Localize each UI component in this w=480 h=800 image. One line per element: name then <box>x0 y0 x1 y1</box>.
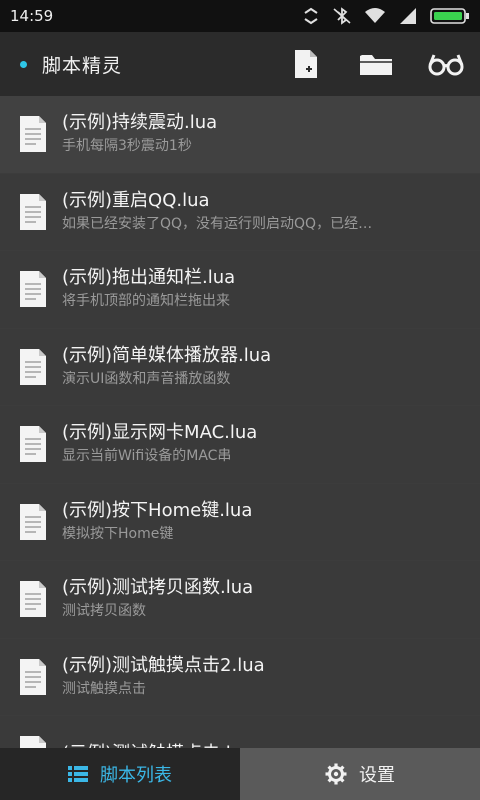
open-folder-button[interactable] <box>356 44 396 84</box>
view-button[interactable] <box>426 44 466 84</box>
battery-icon <box>430 8 469 24</box>
bottom-tab-bar: 脚本列表 设置 <box>0 748 480 800</box>
script-text: (示例)按下Home键.lua 模拟按下Home键 <box>62 499 252 545</box>
lua-file-icon <box>18 658 48 696</box>
list-icon <box>68 766 88 782</box>
bluetooth-muted-icon <box>333 7 351 25</box>
script-text: (示例)简单媒体播放器.lua 演示UI函数和声音播放函数 <box>62 344 271 390</box>
status-icons <box>302 7 470 25</box>
script-title: (示例)按下Home键.lua <box>62 499 253 521</box>
lua-file-icon <box>18 735 48 748</box>
signal-icon <box>400 8 416 24</box>
app-bar: 脚本精灵 <box>0 32 480 96</box>
appbar-actions <box>286 44 466 84</box>
script-list-item[interactable]: (示例)显示网卡MAC.lua 显示当前Wifi设备的MAC串 <box>0 406 480 484</box>
script-text: (示例)测试拷贝函数.lua 测试拷贝函数 <box>62 576 253 622</box>
lua-file-icon <box>18 115 48 153</box>
script-list-item[interactable]: (示例)测试触摸点击2.lua 测试触摸点击 <box>0 638 480 716</box>
script-list-item[interactable]: (示例)简单媒体播放器.lua 演示UI函数和声音播放函数 <box>0 328 480 406</box>
folder-icon <box>360 55 392 75</box>
script-list-item[interactable]: (示例)持续震动.lua 手机每隔3秒震动1秒 <box>0 96 480 174</box>
app-title: 脚本精灵 <box>42 54 123 77</box>
lua-file-icon <box>18 348 48 386</box>
script-title: (示例)显示网卡MAC.lua <box>62 422 258 444</box>
script-text: (示例)显示网卡MAC.lua 显示当前Wifi设备的MAC串 <box>62 421 257 467</box>
script-text: (示例)持续震动.lua 手机每隔3秒震动1秒 <box>62 111 217 157</box>
script-description: 测试触摸点击 <box>62 680 146 697</box>
script-text: (示例)拖出通知栏.lua 将手机顶部的通知栏拖出来 <box>62 266 235 312</box>
sync-icon <box>304 7 318 25</box>
new-file-icon <box>295 50 317 78</box>
lua-file-icon <box>18 270 48 308</box>
script-description: 手机每隔3秒震动1秒 <box>62 138 192 155</box>
tab-script-list[interactable]: 脚本列表 <box>0 748 240 800</box>
lua-file-icon <box>18 425 48 463</box>
script-description: 演示UI函数和声音播放函数 <box>62 370 231 387</box>
lua-file-icon <box>18 193 48 231</box>
script-title: (示例)测试触摸点击2.lua <box>62 654 265 676</box>
tab-settings-label: 设置 <box>359 765 395 786</box>
script-list-item[interactable]: (示例)重启QQ.lua 如果已经安装了QQ，没有运行则启动QQ，已经… <box>0 173 480 251</box>
script-description: 将手机顶部的通知栏拖出来 <box>62 293 230 310</box>
script-title: (示例)测试拷贝函数.lua <box>62 577 254 599</box>
new-script-button[interactable] <box>286 44 326 84</box>
lua-file-icon <box>18 580 48 618</box>
tab-settings[interactable]: 设置 <box>240 748 480 800</box>
script-description: 模拟按下Home键 <box>62 525 174 542</box>
glasses-icon <box>428 54 464 76</box>
wifi-icon <box>365 8 385 23</box>
script-text: (示例)测试触摸点击2.lua 测试触摸点击 <box>62 654 265 700</box>
gear-icon <box>325 763 347 785</box>
script-text: (示例)重启QQ.lua 如果已经安装了QQ，没有运行则启动QQ，已经… <box>62 189 372 235</box>
script-description: 测试拷贝函数 <box>62 603 146 620</box>
script-title: (示例)拖出通知栏.lua <box>62 267 236 289</box>
script-list-item[interactable]: (示例)测试拷贝函数.lua 测试拷贝函数 <box>0 561 480 639</box>
script-list[interactable]: (示例)持续震动.lua 手机每隔3秒震动1秒 (示例)重启QQ.lua 如果已经安装… <box>0 96 480 748</box>
script-description: 如果已经安装了QQ，没有运行则启动QQ，已经… <box>62 215 373 232</box>
script-description: 显示当前Wifi设备的MAC串 <box>62 448 232 465</box>
script-title: (示例)重启QQ.lua <box>62 189 210 211</box>
tab-script-list-label: 脚本列表 <box>100 765 172 786</box>
script-list-item[interactable]: (示例)测试触摸点击.lua <box>0 716 480 748</box>
script-list-item[interactable]: (示例)按下Home键.lua 模拟按下Home键 <box>0 483 480 561</box>
script-title: (示例)持续震动.lua <box>62 112 218 134</box>
script-title: (示例)简单媒体播放器.lua <box>62 344 272 366</box>
script-list-item[interactable]: (示例)拖出通知栏.lua 将手机顶部的通知栏拖出来 <box>0 251 480 329</box>
app-indicator-dot <box>20 60 27 68</box>
lua-file-icon <box>18 503 48 541</box>
status-bar: 14:59 <box>0 0 480 32</box>
status-time: 14:59 <box>10 7 54 25</box>
